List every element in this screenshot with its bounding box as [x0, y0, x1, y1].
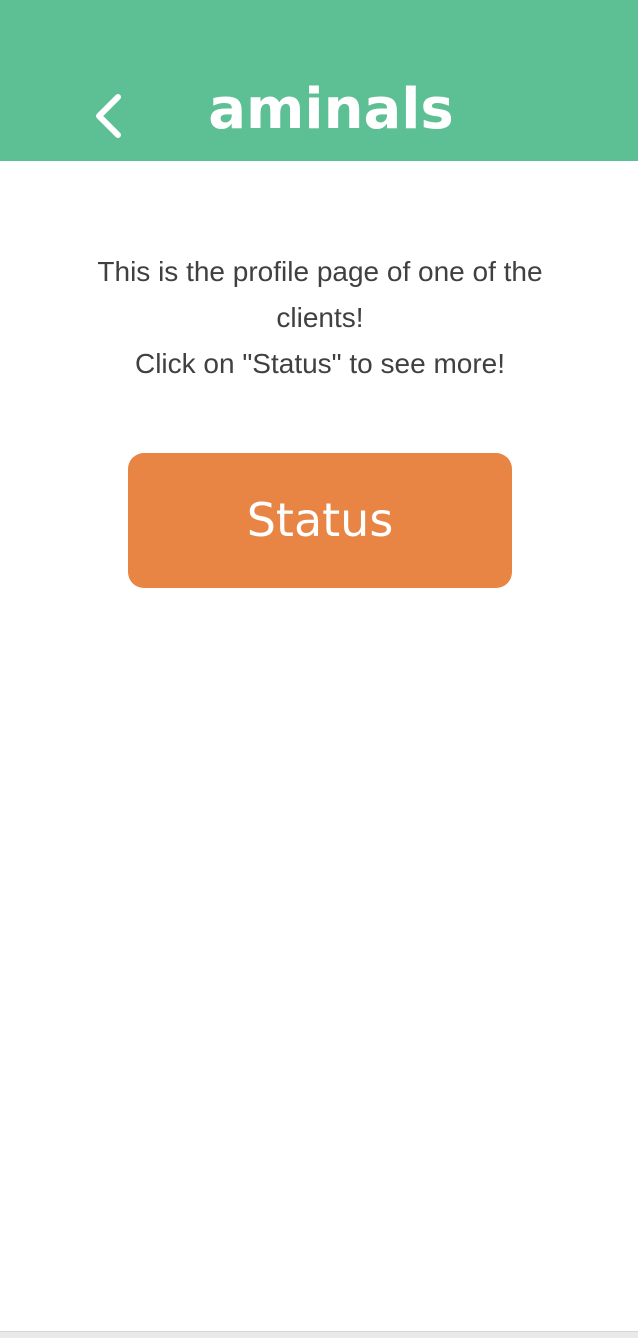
app-title: aminals [208, 77, 454, 142]
back-button[interactable] [80, 82, 136, 150]
bottom-bar [0, 1331, 638, 1338]
profile-content: This is the profile page of one of the c… [0, 161, 638, 1331]
intro-text: This is the profile page of one of the c… [50, 249, 590, 387]
app-header: aminals [0, 0, 638, 161]
status-button[interactable]: Status [128, 453, 512, 588]
intro-line: Click on "Status" to see more! [134, 348, 506, 379]
chevron-left-icon [96, 94, 121, 138]
intro-line: This is the profile page of one of the c… [97, 256, 543, 333]
